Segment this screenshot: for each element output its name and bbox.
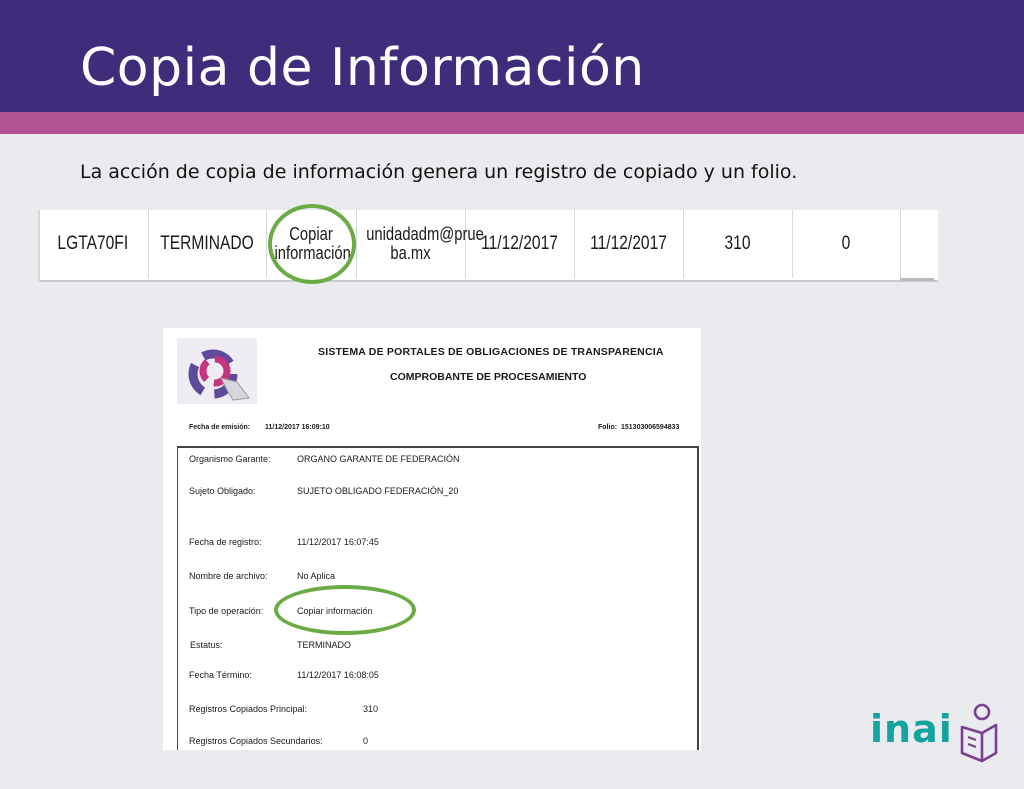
receipt-document-title: COMPROBANTE DE PROCESAMIENTO bbox=[390, 371, 587, 383]
field-label: Fecha de registro: bbox=[189, 537, 262, 547]
accent-band bbox=[0, 112, 1024, 134]
field-label: Sujeto Obligado: bbox=[189, 486, 256, 496]
field-value: 11/12/2017 16:07:45 bbox=[297, 537, 379, 547]
inai-logo: inai bbox=[870, 703, 1000, 769]
issue-date-label: Fecha de emisión: bbox=[189, 424, 251, 431]
inai-reader-icon bbox=[960, 703, 998, 763]
cell-copied-secondary: 0 bbox=[801, 210, 891, 278]
cell-id: LGTA70FI bbox=[47, 210, 139, 278]
field-label: Nombre de archivo: bbox=[189, 571, 268, 581]
title-band: Copia de Información bbox=[0, 0, 1024, 112]
record-row-screenshot: LGTA70FI TERMINADO Copiar información un… bbox=[38, 210, 938, 282]
sipot-logo-icon bbox=[177, 338, 257, 404]
field-value: 11/12/2017 16:08:05 bbox=[297, 670, 379, 680]
record-table: LGTA70FI TERMINADO Copiar información un… bbox=[38, 210, 901, 278]
issue-date-value: 11/12/2017 16:09:10 bbox=[265, 424, 330, 431]
field-label: Fecha Término: bbox=[189, 670, 252, 680]
slide-subtitle: La acción de copia de información genera… bbox=[80, 161, 798, 183]
field-label: Tipo de operación: bbox=[189, 606, 264, 616]
receipt-system-title: SISTEMA DE PORTALES DE OBLIGACIONES DE T… bbox=[318, 346, 664, 358]
processing-receipt: SISTEMA DE PORTALES DE OBLIGACIONES DE T… bbox=[163, 328, 701, 750]
field-label: Estatus: bbox=[190, 640, 223, 650]
table-row: LGTA70FI TERMINADO Copiar información un… bbox=[38, 210, 900, 278]
field-label: Registros Copiados Secundarios: bbox=[189, 736, 323, 746]
cell-status: TERMINADO bbox=[158, 210, 256, 278]
folio-label: Folio: bbox=[598, 424, 618, 431]
field-value: TERMINADO bbox=[297, 640, 351, 650]
field-value: SUJETO OBLIGADO FEDERACIÓN_20 bbox=[297, 486, 459, 496]
field-value: 0 bbox=[363, 736, 369, 746]
field-value: No Aplica bbox=[297, 571, 336, 581]
inai-wordmark: inai bbox=[870, 707, 953, 751]
empty-column bbox=[900, 210, 938, 278]
cell-copied-main: 310 bbox=[692, 210, 783, 278]
cell-user-text: unidadadm@prue ba.mx bbox=[366, 224, 484, 263]
field-value: 310 bbox=[363, 704, 379, 714]
scrollbar[interactable] bbox=[900, 278, 934, 281]
field-value: ORGANO GARANTE DE FEDERACIÓN bbox=[297, 454, 460, 464]
field-label: Registros Copiados Principal: bbox=[189, 704, 308, 714]
cell-user: unidadadm@prue ba.mx bbox=[365, 210, 484, 278]
cell-end-date: 11/12/2017 bbox=[583, 210, 674, 278]
field-label: Organismo Garante: bbox=[189, 454, 271, 464]
folio-value: 151303006594833 bbox=[621, 424, 680, 431]
highlight-circle bbox=[268, 204, 356, 284]
slide-title: Copia de Información bbox=[80, 38, 645, 98]
highlight-ellipse bbox=[274, 585, 416, 635]
cell-start-date: 11/12/2017 bbox=[474, 210, 565, 278]
